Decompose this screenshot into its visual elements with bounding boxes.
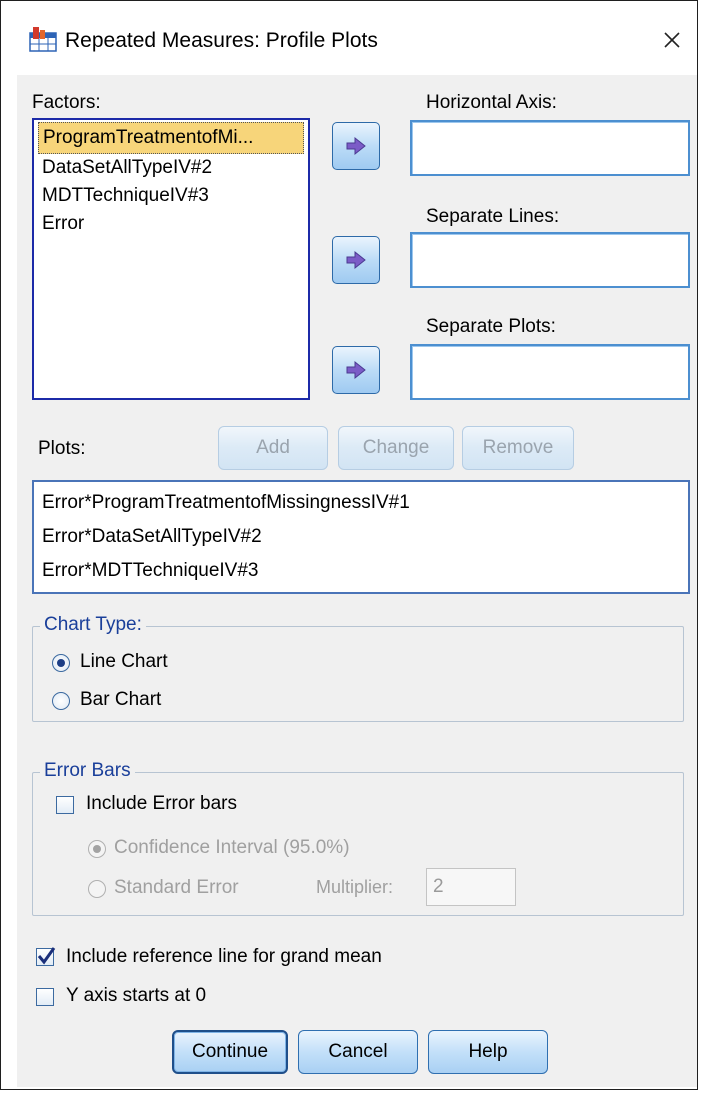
change-button[interactable]: Change <box>338 426 454 470</box>
close-icon[interactable] <box>655 23 689 57</box>
continue-button[interactable]: Continue <box>172 1030 288 1074</box>
separate-lines-label: Separate Lines: <box>426 206 560 227</box>
remove-button[interactable]: Remove <box>462 426 574 470</box>
right-arrow-icon <box>346 250 366 270</box>
help-button[interactable]: Help <box>428 1030 548 1074</box>
include-error-bars-label[interactable]: Include Error bars <box>86 793 237 815</box>
confidence-interval-label[interactable]: Confidence Interval (95.0%) <box>114 837 350 859</box>
right-arrow-icon <box>346 360 366 380</box>
multiplier-field[interactable]: 2 <box>426 868 516 906</box>
factor-item[interactable]: Error <box>34 210 308 238</box>
factors-label-text: Factors: <box>32 92 101 113</box>
standard-error-radio[interactable] <box>88 880 106 898</box>
include-error-bars-checkbox[interactable] <box>56 796 74 814</box>
title-bar: Repeated Measures: Profile Plots <box>1 1 697 75</box>
y-axis-zero-checkbox[interactable] <box>36 988 54 1006</box>
factor-item[interactable]: DataSetAllTypeIV#2 <box>34 154 308 182</box>
move-to-horizontal-axis-button[interactable] <box>332 122 380 170</box>
separate-plots-field[interactable] <box>410 344 690 400</box>
bar-chart-radio[interactable] <box>52 692 70 710</box>
y-axis-zero-label[interactable]: Y axis starts at 0 <box>66 985 206 1007</box>
standard-error-label[interactable]: Standard Error <box>114 877 239 899</box>
horizontal-axis-field[interactable] <box>410 120 690 176</box>
factors-label: Factors: <box>32 92 101 114</box>
line-chart-radio[interactable] <box>52 654 70 672</box>
grand-mean-checkbox[interactable] <box>36 947 56 966</box>
error-bars-legend: Error Bars <box>40 760 135 782</box>
bar-chart-label[interactable]: Bar Chart <box>80 689 161 711</box>
plot-item[interactable]: Error*MDTTechniqueIV#3 <box>34 554 688 588</box>
factors-listbox[interactable]: ProgramTreatmentofMi... DataSetAllTypeIV… <box>32 118 310 400</box>
plots-label: Plots: <box>38 438 86 459</box>
move-to-separate-lines-button[interactable] <box>332 236 380 284</box>
add-button[interactable]: Add <box>218 426 328 470</box>
window-title: Repeated Measures: Profile Plots <box>65 29 378 52</box>
line-chart-label[interactable]: Line Chart <box>80 651 168 673</box>
right-arrow-icon <box>346 136 366 156</box>
spss-chart-app-icon <box>29 27 57 52</box>
move-to-separate-plots-button[interactable] <box>332 346 380 394</box>
checkmark-icon <box>37 947 56 965</box>
cancel-button[interactable]: Cancel <box>298 1030 418 1074</box>
factor-item[interactable]: MDTTechniqueIV#3 <box>34 182 308 210</box>
horizontal-axis-label: Horizontal Axis: <box>426 92 557 113</box>
chart-type-legend: Chart Type: <box>40 614 146 636</box>
separate-plots-label: Separate Plots: <box>426 316 556 337</box>
plots-listbox[interactable]: Error*ProgramTreatmentofMissingnessIV#1 … <box>32 480 690 594</box>
multiplier-label: Multiplier: <box>316 877 394 897</box>
plot-item[interactable]: Error*ProgramTreatmentofMissingnessIV#1 <box>34 486 688 520</box>
factor-item[interactable]: ProgramTreatmentofMi... <box>38 122 304 154</box>
separate-lines-field[interactable] <box>410 232 690 288</box>
grand-mean-label[interactable]: Include reference line for grand mean <box>66 946 382 968</box>
confidence-interval-radio[interactable] <box>88 840 106 858</box>
plot-item[interactable]: Error*DataSetAllTypeIV#2 <box>34 520 688 554</box>
